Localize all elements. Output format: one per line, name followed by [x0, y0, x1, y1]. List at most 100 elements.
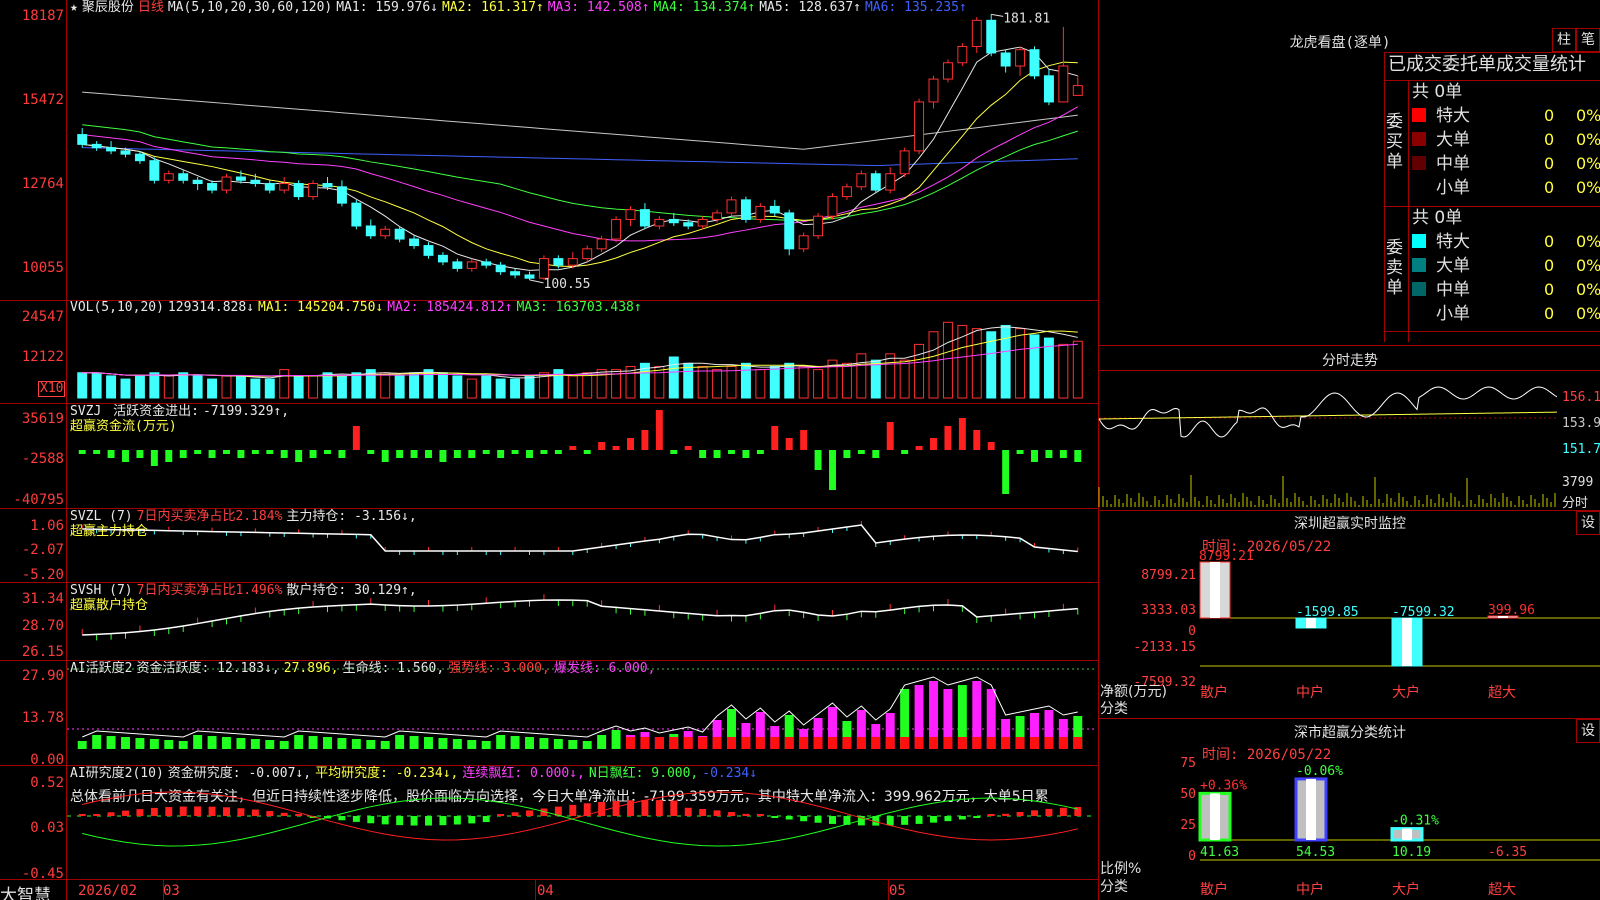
low-mark: 100.55: [544, 277, 591, 292]
activity-bar: [582, 741, 592, 749]
classify-bar-shine: [1306, 778, 1316, 840]
research-bar: [511, 812, 519, 816]
activity-bar: [424, 737, 433, 749]
fund-flow-bar: [324, 450, 331, 454]
candle-body: [841, 186, 852, 198]
monitor-category: 中户: [1296, 684, 1324, 701]
order-class: 大单: [1436, 256, 1470, 276]
candle-body: [91, 143, 102, 149]
research-bar: [136, 809, 144, 816]
fund-flow-bar: [165, 450, 173, 462]
ai-activity-chart[interactable]: [67, 661, 1097, 764]
svzl-chart[interactable]: [67, 509, 1097, 581]
lifeline-bar: [914, 737, 924, 749]
research-bar: [194, 806, 202, 816]
classify-chart[interactable]: +0.36% 41.63 散户 -0.06% 54.53 中户 -0.31% 10.19 大户 -…: [1198, 760, 1600, 900]
candle-body: [813, 215, 824, 237]
intraday-chart[interactable]: [1098, 371, 1559, 508]
candle-body: [106, 147, 117, 152]
volume-bar: [351, 372, 362, 399]
fund-flow-bar: [728, 450, 735, 454]
research-bar: [800, 816, 808, 822]
volume-bar: [293, 375, 304, 399]
fund-flow-bar: [843, 450, 851, 458]
volume-bar: [654, 365, 665, 399]
volume-bar: [250, 378, 261, 399]
monitor-title: 深圳超赢实时监控: [1294, 516, 1406, 532]
activity-bar: [92, 735, 102, 749]
candle-body: [149, 160, 160, 181]
sell-row: 小单 0 0%: [1412, 302, 1600, 326]
research-bar: [829, 816, 836, 824]
candle-body: [481, 261, 492, 266]
research-bar: [1059, 807, 1067, 816]
svsh-chart[interactable]: [67, 583, 1097, 659]
fund-flow-bar: [1074, 450, 1082, 462]
research-bar: [367, 816, 375, 824]
fund-flow-bar: [223, 450, 230, 454]
volume-bar: [683, 362, 694, 399]
y-label: 18187: [21, 8, 64, 24]
candle-body: [668, 218, 679, 224]
lhb-title: 龙虎看盘(逐单): [1289, 35, 1391, 51]
volume-chart[interactable]: [67, 300, 1097, 402]
kline-chart[interactable]: 181.81 100.55: [67, 0, 1097, 299]
activity-bar: [467, 740, 477, 749]
candle-body: [1029, 49, 1040, 77]
ai-research-chart[interactable]: [67, 766, 1097, 878]
lifeline-bar: [741, 737, 751, 749]
volume-bar: [336, 375, 347, 399]
fund-flow-bar: [309, 450, 317, 458]
fund-flow-bar: [901, 450, 909, 454]
research-bar: [958, 816, 966, 820]
activity-bar: [395, 735, 405, 749]
color-swatch: [1412, 156, 1426, 170]
ma5-line: [82, 91, 1078, 150]
volume-bar: [207, 378, 218, 399]
bar-mode-button[interactable]: 柱: [1552, 28, 1576, 52]
color-swatch: [1412, 258, 1426, 272]
fund-flow-bar: [944, 426, 952, 450]
research-bar: [338, 816, 346, 821]
activity-bar: [323, 737, 332, 749]
fund-flow-bar: [800, 430, 808, 450]
lifeline-bar: [900, 737, 910, 749]
fund-flow-bar: [425, 450, 432, 458]
monitor-chart[interactable]: 8799.21 散户 -1599.85 中户 -7599.32 大户 399.96 超大: [1199, 549, 1600, 715]
activity-bar: [250, 739, 260, 749]
volume-bar: [870, 359, 881, 399]
candle-body: [870, 173, 881, 191]
fund-flow-bar: [655, 410, 663, 450]
research-bar: [352, 816, 360, 822]
lifeline-bar: [842, 737, 852, 749]
fund-flow-bar: [915, 446, 923, 450]
svzj-chart[interactable]: [67, 404, 1097, 507]
monitor-category: 大户: [1392, 684, 1420, 701]
research-bar: [251, 809, 259, 816]
volume-bar: [928, 331, 939, 399]
lifeline-bar: [683, 737, 693, 749]
candle-body: [553, 258, 564, 266]
candle-body: [582, 248, 593, 260]
research-bar: [612, 800, 620, 816]
classify-settings-button[interactable]: 设: [1576, 719, 1600, 743]
buy-row: 中单 0 0%: [1412, 152, 1600, 176]
research-bar: [223, 807, 230, 816]
candle-body: [207, 183, 218, 191]
volume-bar: [885, 353, 896, 399]
volume-bar: [971, 328, 982, 399]
avg-price-line: [1098, 411, 1558, 420]
pen-mode-button[interactable]: 笔: [1576, 28, 1600, 52]
monitor-settings-button[interactable]: 设: [1576, 511, 1600, 535]
candle-body: [336, 186, 347, 204]
activity-bar: [597, 735, 607, 749]
candle-body: [495, 264, 506, 273]
monitor-value: -1599.85: [1296, 605, 1359, 620]
order-count: 0: [1544, 154, 1555, 173]
order-count: 0: [1544, 178, 1555, 197]
fund-flow-bar: [122, 450, 129, 462]
candle-body: [567, 258, 578, 266]
research-bar: [742, 813, 750, 816]
fund-flow-bar: [150, 450, 158, 466]
candle-body: [380, 228, 391, 237]
